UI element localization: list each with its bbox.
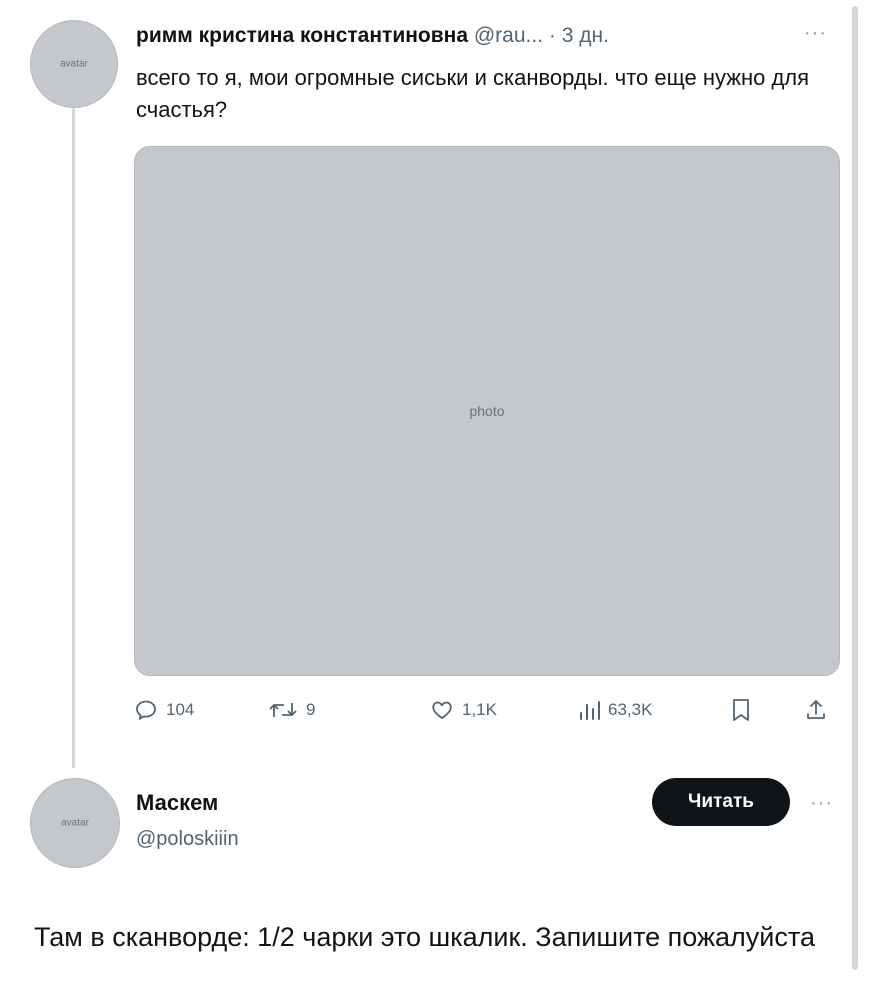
share-button[interactable] xyxy=(804,694,828,726)
tweet-photo[interactable]: photo xyxy=(134,146,840,676)
bookmark-button[interactable] xyxy=(730,694,752,726)
views-count: 63,3K xyxy=(608,700,653,719)
reply-author-avatar[interactable]: avatar xyxy=(30,778,120,868)
tweet-header: римм кристина константиновна @rau... · 3… xyxy=(136,24,834,48)
reply-button[interactable]: 104 xyxy=(134,694,194,726)
follow-button[interactable]: Читать xyxy=(652,778,790,826)
tweet-actions: 104 9 1,1K 63,3K xyxy=(134,694,840,726)
author-avatar[interactable]: avatar xyxy=(30,20,118,108)
tweet-time[interactable]: · 3 дн. xyxy=(549,24,609,47)
author-handle[interactable]: @rau... xyxy=(474,24,543,47)
thread-line xyxy=(72,108,75,768)
reply-text: Там в сканворде: 1/2 чарки это шкалик. З… xyxy=(34,922,815,952)
more-options-icon[interactable]: ··· xyxy=(804,22,827,45)
reply-count: 104 xyxy=(166,700,195,719)
reply-author-name[interactable]: Маскем xyxy=(136,790,218,816)
views-button[interactable]: 63,3K xyxy=(578,694,652,726)
bookmark-icon xyxy=(733,699,749,721)
like-button[interactable]: 1,1K xyxy=(430,694,497,726)
more-options-icon[interactable]: ··· xyxy=(810,792,833,815)
share-icon xyxy=(807,700,825,719)
tweet-text: всего то я, мои огромные сиськи и сканво… xyxy=(136,65,810,122)
reply-icon xyxy=(136,700,156,721)
like-count: 1,1K xyxy=(462,700,497,719)
reply-author-handle[interactable]: @poloskiiin xyxy=(136,828,239,851)
avatar-placeholder: avatar xyxy=(61,817,89,829)
author-name[interactable]: римм кристина константиновна xyxy=(136,24,468,47)
retweet-button[interactable]: 9 xyxy=(268,694,315,726)
retweet-icon xyxy=(269,703,297,717)
scrollbar[interactable] xyxy=(852,6,858,970)
photo-placeholder: photo xyxy=(469,403,505,419)
avatar-placeholder: avatar xyxy=(60,58,88,70)
retweet-count: 9 xyxy=(306,700,316,719)
like-icon xyxy=(432,701,452,719)
views-icon xyxy=(580,701,600,720)
